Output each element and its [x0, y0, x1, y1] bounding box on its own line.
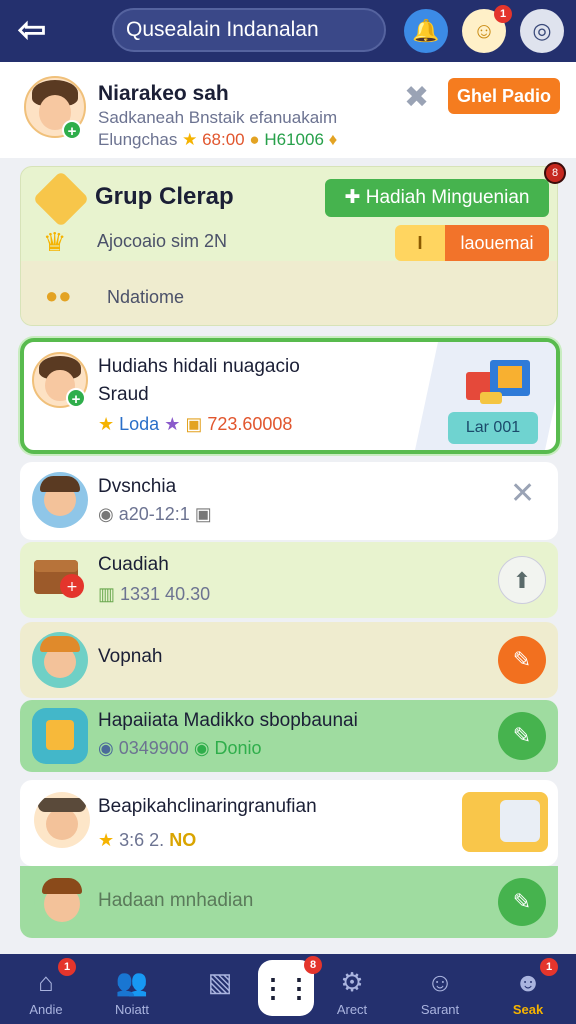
list-item-meta: ★ 3:6 2. NO	[98, 830, 197, 850]
edit-icon[interactable]: ✎	[498, 712, 546, 760]
smile-icon: ☺	[426, 967, 454, 997]
gem-icon	[32, 170, 90, 228]
list-item[interactable]: Hapaiiata Madikko sbopbaunai ◉ 0349900 ◉…	[20, 700, 558, 772]
nav-item-chart[interactable]: ▧	[184, 954, 256, 1024]
list-item-meta: ▥ 1331 40.30	[98, 584, 211, 604]
profile-action-button[interactable]: Ghel Padio	[448, 78, 560, 114]
group-title: Grup Clerap	[95, 183, 234, 210]
chart-icon: ▧	[207, 967, 233, 997]
target-icon[interactable]: ◎	[520, 9, 564, 53]
list-item[interactable]: Vopnah ✎	[20, 622, 558, 698]
list-item-meta: ◉ a20-12:1 ▣	[98, 504, 212, 524]
profile-stats: Elungchas ★ 68:00 ● H61006 ♦	[98, 130, 337, 150]
gift-boxes-icon	[462, 356, 542, 410]
crown-icon: ♛	[43, 227, 67, 257]
search-text: Qusealain Indanalan	[126, 18, 319, 41]
profile-subtitle: Sadkaneah Bnstaik efanuakaim	[98, 108, 338, 127]
nav-item-emoji[interactable]: ☺ Sarant	[404, 954, 476, 1024]
person-avatar	[32, 472, 88, 528]
edit-icon[interactable]: ✎	[498, 878, 546, 926]
nav-item-people[interactable]: 👥 Noiatt	[96, 954, 168, 1024]
top-bar: ⇦ Qusealain Indanalan 🔔 ☺ 1 ◎	[0, 0, 576, 62]
upload-icon[interactable]: ⬆	[498, 556, 546, 604]
svg-text:+: +	[66, 579, 78, 595]
list-item[interactable]: Hadaan mnhadian ✎	[20, 866, 558, 938]
nav-item-profile[interactable]: ☻ Seak 1	[492, 954, 564, 1024]
profile-label: Elungchas	[98, 130, 178, 149]
featured-subtitle: Sraud	[98, 384, 149, 405]
list-item-meta: ◉ 0349900 ◉ Donio	[98, 738, 262, 758]
list-item-title: Vopnah	[98, 646, 163, 667]
person-avatar	[32, 632, 88, 688]
close-icon[interactable]: ✕	[510, 476, 535, 511]
featured-button[interactable]: Lar 001	[448, 412, 538, 444]
back-arrow-icon[interactable]: ⇦	[12, 10, 52, 50]
list-item[interactable]: + Cuadiah ▥ 1331 40.30 ⬆	[20, 542, 558, 618]
person-avatar	[34, 874, 90, 930]
bottom-nav: ⌂ Andie 1 👥 Noiatt ▧ ⋮⋮ 8 ⚙ Arect ☺ Sarant ☻…	[0, 954, 576, 1024]
profile-name: Niarakeo sah	[98, 82, 229, 105]
featured-card[interactable]: + Hudiahs hidali nuagacio Sraud ★ Loda ★…	[20, 338, 560, 454]
nav-item-grid[interactable]: ⋮⋮ 8	[258, 956, 322, 1016]
list-item-title: Beapikahclinaringranufian	[98, 796, 317, 817]
star-icon: ★	[182, 130, 203, 149]
edit-icon[interactable]: ✎	[498, 636, 546, 684]
people-icon: 👥	[115, 967, 149, 997]
featured-title: Hudiahs hidali nuagacio	[98, 356, 300, 377]
nav-item-home[interactable]: ⌂ Andie 1	[10, 954, 82, 1024]
group-card: Grup Clerap ✚ Hadiah Minguenian ♛ Ajocoa…	[20, 166, 558, 326]
list-item[interactable]: Beapikahclinaringranufian ★ 3:6 2. NO	[20, 780, 558, 866]
bell-icon[interactable]: 🔔	[404, 9, 448, 53]
person-avatar	[34, 792, 90, 848]
add-icon[interactable]: +	[66, 388, 86, 408]
user-badge: 1	[494, 5, 512, 23]
coin-icon: ●	[249, 130, 265, 149]
corner-badge: 8	[544, 162, 566, 184]
reward-icon[interactable]	[462, 792, 548, 852]
shuffle-icon[interactable]: ✖	[404, 80, 429, 115]
user-icon[interactable]: ☺ 1	[462, 5, 512, 53]
grid-icon: ⋮⋮	[260, 973, 312, 1003]
search-bar[interactable]: Qusealain Indanalan	[112, 8, 386, 52]
list-item-title: Dvsnchia	[98, 476, 177, 497]
hadiah-button[interactable]: ✚ Hadiah Minguenian	[325, 179, 549, 217]
add-icon[interactable]: +	[62, 120, 82, 140]
coins-icon: ●●	[45, 283, 72, 308]
gear-icon: ⚙	[340, 967, 364, 997]
featured-stats: ★ Loda ★ ▣ 723.60008	[98, 414, 293, 434]
list-item[interactable]: Dvsnchia ◉ a20-12:1 ▣ ✕	[20, 462, 558, 540]
list-item-title: Hapaiiata Madikko sbopbaunai	[98, 710, 358, 731]
profile-stat1: 68:00	[202, 130, 245, 149]
nav-item-settings[interactable]: ⚙ Arect	[316, 954, 388, 1024]
coins-label: Ndatiome	[107, 287, 185, 307]
list-item-title: Cuadiah	[98, 554, 169, 575]
game-icon	[32, 708, 88, 764]
list-item-title: Hadaan mnhadian	[98, 890, 254, 911]
split-button[interactable]: I laouemai	[395, 225, 549, 261]
group-meta: Ajocoaio sim 2N	[97, 231, 228, 251]
treasure-chest-icon: +	[30, 552, 86, 600]
bag-icon: ♦	[328, 130, 338, 149]
profile-stat2: H61006	[264, 130, 324, 149]
